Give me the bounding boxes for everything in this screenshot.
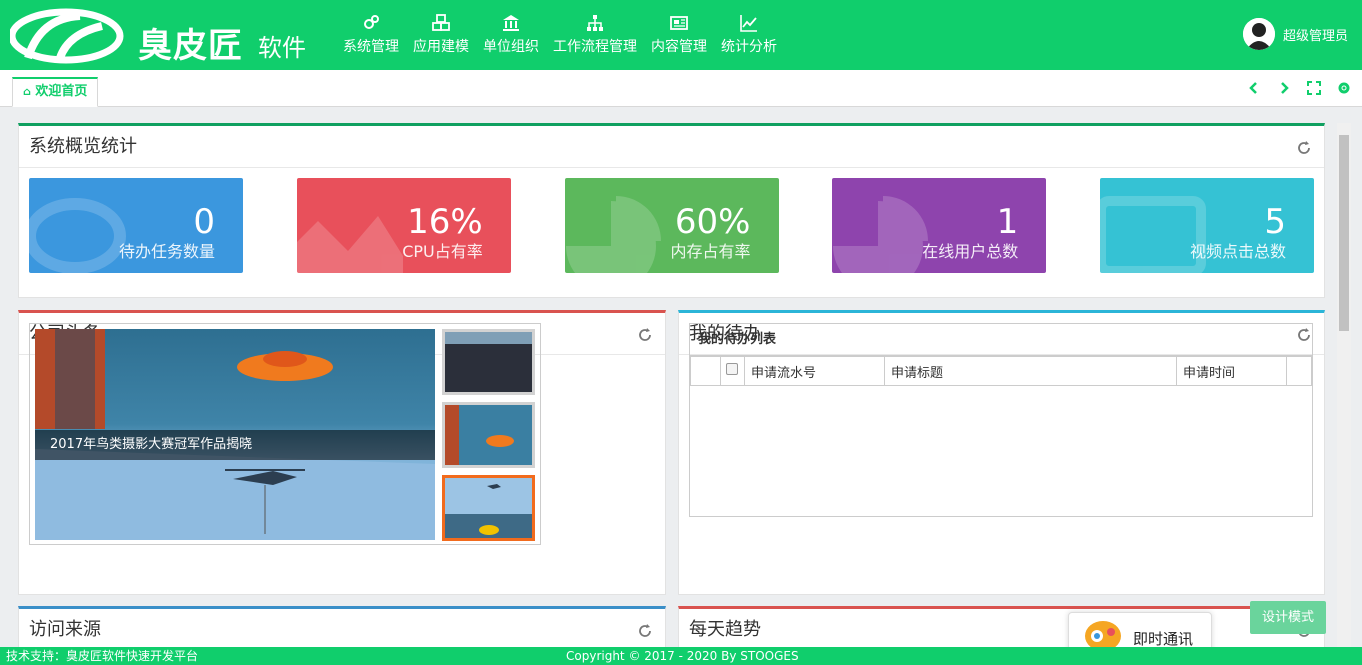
nav-label: 工作流程管理 <box>553 39 637 55</box>
top-header: 臭皮匠 软件 系统管理 应用建模 单位组织 工作流程管理 内容管理 统计分析 超… <box>0 0 1362 70</box>
nav-item-system[interactable]: 系统管理 <box>336 14 406 56</box>
footer-copyright: Copyright © 2017 - 2020 By STOOGES <box>566 649 799 663</box>
stat-label: 在线用户总数 <box>922 242 1019 261</box>
tab-home-label: 欢迎首页 <box>35 84 88 99</box>
refresh-icon[interactable] <box>637 327 653 343</box>
newspaper-icon <box>670 16 688 30</box>
user-name: 超级管理员 <box>1282 28 1348 44</box>
column-header-time[interactable]: 申请时间 <box>1176 356 1287 386</box>
logo-icon <box>10 8 124 64</box>
main-nav: 系统管理 应用建模 单位组织 工作流程管理 内容管理 统计分析 <box>336 14 784 56</box>
design-mode-button[interactable]: 设计模式 <box>1250 601 1326 634</box>
news-thumb[interactable] <box>442 402 535 468</box>
nav-item-workflow[interactable]: 工作流程管理 <box>546 14 644 56</box>
nav-item-modeling[interactable]: 应用建模 <box>406 14 476 56</box>
news-carousel: 2017年鸟类摄影大赛冠军作品揭晓 <box>29 323 541 545</box>
panel-title: 系统概览统计 <box>19 126 1324 168</box>
page-scrollbar[interactable] <box>1337 123 1351 647</box>
gear-icon[interactable] <box>1336 80 1352 96</box>
overview-panel: 系统概览统计 0 待办任务数量 16% CPU占有率 60% 内存占有率 1 在… <box>18 123 1325 298</box>
tab-bar: ⌂ 欢迎首页 <box>0 70 1362 107</box>
todo-table: 申请流水号 申请标题 申请时间 <box>690 356 1312 386</box>
rescue-thumb-image <box>445 405 532 465</box>
footer-support: 技术支持：臭皮匠软件快速开发平台 <box>6 649 199 663</box>
todo-list-title: 我的待办列表 <box>690 324 1312 356</box>
news-panel: 公司头条 2017年鸟类摄影大赛冠军作品揭晓 <box>18 310 666 595</box>
panel-title: 每天趋势 <box>679 609 1324 651</box>
row-number-header <box>690 356 721 386</box>
scrollbar-thumb[interactable] <box>1339 135 1349 331</box>
user-menu[interactable]: 超级管理员 <box>1242 18 1348 50</box>
stats-row: 0 待办任务数量 16% CPU占有率 60% 内存占有率 1 在线用户总数 5… <box>19 168 1324 283</box>
bank-icon <box>503 15 519 31</box>
avatar <box>1242 18 1275 50</box>
stat-label: CPU占有率 <box>402 242 483 261</box>
trend-panel: 每天趋势 <box>678 606 1325 651</box>
tab-tools <box>1232 80 1352 96</box>
trend-title: 每天趋势 <box>689 619 761 640</box>
chevron-right-icon[interactable] <box>1276 80 1292 96</box>
nav-label: 统计分析 <box>721 39 777 55</box>
home-icon: ⌂ <box>23 85 31 98</box>
visits-panel: 访问来源 <box>18 606 666 651</box>
select-all-checkbox[interactable] <box>720 356 745 386</box>
stat-card-cpu[interactable]: 16% CPU占有率 <box>296 178 511 273</box>
news-thumb-active[interactable] <box>442 475 535 541</box>
stat-label: 内存占有率 <box>670 242 751 261</box>
nav-item-content[interactable]: 内容管理 <box>644 14 714 56</box>
nav-label: 应用建模 <box>413 39 469 55</box>
cubes-icon <box>432 14 450 31</box>
chevron-left-icon[interactable] <box>1246 80 1262 96</box>
gears-icon <box>364 15 379 29</box>
footer: 技术支持：臭皮匠软件快速开发平台 Copyright © 2017 - 2020… <box>0 647 1362 665</box>
helicopter-thumb-image <box>445 478 532 538</box>
user-avatar-icon <box>1242 18 1275 50</box>
nav-label: 单位组织 <box>483 39 539 55</box>
fullscreen-icon[interactable] <box>1306 80 1322 96</box>
stat-card-online[interactable]: 1 在线用户总数 <box>832 178 1047 273</box>
todo-panel: 我的待办 我的待办列表 申请流水号 申请标题 申请时间 <box>678 310 1325 595</box>
crowd-thumb-image <box>445 332 532 392</box>
news-thumb[interactable] <box>442 329 535 395</box>
column-header-serial[interactable]: 申请流水号 <box>744 356 885 386</box>
refresh-icon[interactable] <box>1296 140 1312 156</box>
chat-label: 即时通讯 <box>1133 630 1194 648</box>
column-header-extra <box>1286 356 1312 386</box>
brand-name: 臭皮匠 <box>138 26 243 66</box>
nav-item-org[interactable]: 单位组织 <box>476 14 546 56</box>
nav-label: 系统管理 <box>343 39 399 55</box>
nav-item-stats[interactable]: 统计分析 <box>714 14 784 56</box>
visits-title: 访问来源 <box>29 619 101 640</box>
todo-list-box: 我的待办列表 申请流水号 申请标题 申请时间 <box>689 323 1313 517</box>
refresh-icon[interactable] <box>637 623 653 639</box>
news-caption: 2017年鸟类摄影大赛冠军作品揭晓 <box>35 430 435 460</box>
table-header-row: 申请流水号 申请标题 申请时间 <box>690 356 1312 386</box>
news-main-image[interactable]: 2017年鸟类摄影大赛冠军作品揭晓 <box>35 329 435 540</box>
stat-label: 视频点击总数 <box>1189 242 1286 261</box>
stat-card-video[interactable]: 5 视频点击总数 <box>1100 178 1314 273</box>
tab-home[interactable]: ⌂ 欢迎首页 <box>12 77 99 107</box>
sitemap-icon <box>587 15 603 31</box>
stat-card-memory[interactable]: 60% 内存占有率 <box>564 178 779 273</box>
column-header-title[interactable]: 申请标题 <box>884 356 1177 386</box>
brand-sub: 软件 <box>258 34 306 62</box>
stat-label: 待办任务数量 <box>118 242 215 261</box>
line-chart-icon <box>740 15 757 32</box>
overview-title: 系统概览统计 <box>29 136 137 157</box>
panel-title: 访问来源 <box>19 609 665 651</box>
nav-label: 内容管理 <box>651 39 707 55</box>
stat-card-todo[interactable]: 0 待办任务数量 <box>29 178 243 273</box>
